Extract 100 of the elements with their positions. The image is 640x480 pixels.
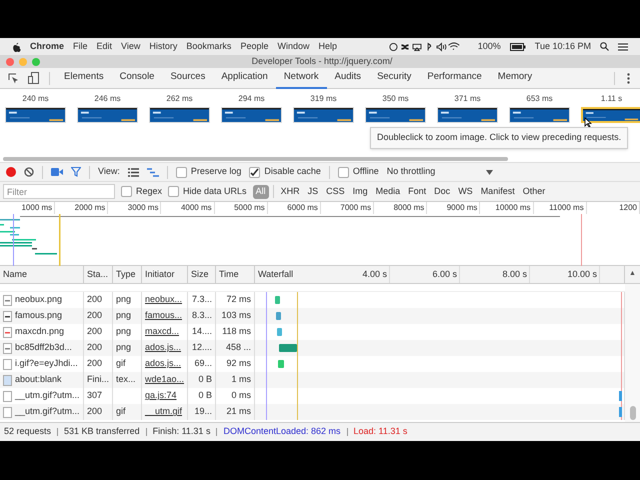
column-header[interactable]: Size xyxy=(188,266,216,283)
panel-tab[interactable]: Sources xyxy=(162,68,214,88)
checkbox[interactable] xyxy=(121,186,132,197)
time-tick: 7000 ms xyxy=(320,202,374,214)
panel-tab[interactable]: Security xyxy=(369,68,420,88)
inspect-icon[interactable] xyxy=(8,72,19,84)
menu-clock[interactable]: Tue 10:16 PM xyxy=(534,40,591,54)
file-name[interactable]: i.gif?e=eyJhdi... xyxy=(15,357,78,371)
table-row[interactable]: i.gif?e=eyJhdi... 200 gif ados.js... 69... 92 ms xyxy=(0,356,625,372)
file-icon xyxy=(3,342,12,354)
checkbox[interactable] xyxy=(338,166,349,178)
type-filter[interactable]: CSS xyxy=(323,184,348,198)
column-header[interactable]: Time xyxy=(216,266,255,283)
more-icon[interactable] xyxy=(627,72,630,84)
filmstrip-frame[interactable] xyxy=(149,107,210,123)
video-camera-icon[interactable] xyxy=(51,168,63,176)
table-row[interactable]: maxcdn.png 200 png maxcd... 14.... 118 ms xyxy=(0,324,625,340)
file-name[interactable]: __utm.gif?utm... xyxy=(15,389,80,403)
file-icon xyxy=(3,390,12,402)
time-tick: 10.00 s xyxy=(530,266,600,283)
filmstrip-frame[interactable] xyxy=(293,107,354,123)
panel-tab[interactable]: Console xyxy=(112,68,162,88)
file-name[interactable]: bc85dff2b3d... xyxy=(15,341,72,355)
table-row[interactable]: famous.png 200 png famous... 8.3... 103 ms xyxy=(0,308,625,324)
panel-tab[interactable]: Performance xyxy=(419,68,490,88)
battery-icon[interactable] xyxy=(510,42,526,50)
time-tick: 3000 ms xyxy=(108,202,162,214)
scrollbar-track[interactable] xyxy=(625,284,640,422)
table-row[interactable]: __utm.gif?utm... 200 gif __utm.gif 19... 21 ms xyxy=(0,404,625,420)
filmstrip-frame[interactable] xyxy=(365,107,426,123)
checkbox[interactable] xyxy=(249,166,260,178)
panel-tab[interactable]: Elements xyxy=(56,68,112,88)
filmstrip-frame[interactable] xyxy=(5,107,66,123)
checkbox-label: Disable cache xyxy=(264,165,321,178)
menu-item[interactable]: People xyxy=(240,40,268,54)
record-button[interactable] xyxy=(6,167,16,177)
checkbox[interactable] xyxy=(168,186,180,197)
menu-item[interactable]: Bookmarks xyxy=(186,40,232,54)
file-name[interactable]: neobux.png xyxy=(15,293,62,307)
file-icon xyxy=(3,358,12,370)
scrollbar-thumb[interactable] xyxy=(3,157,508,161)
filmstrip-frame[interactable] xyxy=(581,107,640,123)
time-tick: 11000 ms xyxy=(534,202,587,214)
scrollbar-thumb[interactable] xyxy=(630,406,636,420)
column-header[interactable]: Type xyxy=(113,266,142,283)
menu-item[interactable]: Edit xyxy=(96,40,112,54)
type-filter[interactable]: Doc xyxy=(431,184,454,198)
filmstrip-frame[interactable] xyxy=(437,107,498,123)
frame-time: 294 ms xyxy=(238,93,265,105)
type-filter[interactable]: Font xyxy=(405,184,430,198)
filmstrip-frame[interactable] xyxy=(77,107,138,123)
search-icon[interactable] xyxy=(600,42,609,51)
clear-icon[interactable] xyxy=(24,167,34,177)
window-title: Developer Tools - http://jquery.com/ xyxy=(250,54,394,68)
checkbox[interactable] xyxy=(176,166,187,178)
panel-tab[interactable]: Application xyxy=(213,68,276,88)
menu-item[interactable]: Help xyxy=(318,40,337,54)
app-menu[interactable]: Chrome xyxy=(30,40,64,54)
table-row[interactable]: bc85dff2b3d... 200 png ados.js... 12.... 458 ... xyxy=(0,340,625,356)
time-tick: 10000 ms xyxy=(480,202,534,214)
waterfall-bar xyxy=(278,360,284,368)
file-name[interactable]: about:blank xyxy=(15,373,62,387)
initiator-link[interactable]: __utm.gif xyxy=(142,404,188,420)
device-icon[interactable] xyxy=(28,72,39,84)
type-filter[interactable]: Manifest xyxy=(478,184,518,198)
type-filter[interactable]: JS xyxy=(304,184,322,198)
frame-time: 1.11 s xyxy=(600,93,622,105)
waterfall-bar xyxy=(619,391,622,401)
time-tick: 1200 xyxy=(586,202,640,214)
filter-icon[interactable] xyxy=(71,167,81,177)
type-filter[interactable]: Img xyxy=(350,184,371,198)
table-row[interactable]: about:blank Fini... tex... wde1ao... 0 B 1 ms xyxy=(0,372,625,388)
filmstrip-frame[interactable] xyxy=(221,107,282,123)
list-icon[interactable] xyxy=(618,42,628,50)
tooltip: Doubleclick to zoom image. Click to view preceding requests. xyxy=(370,127,628,148)
menu-item[interactable]: History xyxy=(149,40,178,54)
throttling-dropdown[interactable]: No throttling xyxy=(386,165,493,179)
file-name[interactable]: famous.png xyxy=(15,309,62,323)
column-header[interactable]: Initiator xyxy=(142,266,188,283)
apple-icon[interactable] xyxy=(12,42,21,52)
table-row[interactable]: __utm.gif?utm... 307 ga.js:74 0 B 0 ms xyxy=(0,388,625,404)
menu-item[interactable]: View xyxy=(121,40,140,54)
menu-item[interactable]: File xyxy=(73,40,88,54)
filter-field[interactable]: Filter xyxy=(3,184,115,199)
panel-tab[interactable]: Audits xyxy=(326,68,370,88)
file-name[interactable]: __utm.gif?utm... xyxy=(15,405,80,419)
type-filter[interactable]: WS xyxy=(455,184,476,198)
table-row[interactable]: neobux.png 200 png neobux... 7.3... 72 ms xyxy=(0,292,625,308)
menu-item[interactable]: Window xyxy=(277,40,310,54)
filmstrip-frame[interactable] xyxy=(509,107,570,123)
list-view-icon[interactable] xyxy=(128,168,139,176)
type-filter[interactable]: XHR xyxy=(278,184,303,198)
column-header[interactable]: Waterfall xyxy=(255,268,320,282)
waterfall-view-icon[interactable] xyxy=(146,168,159,176)
type-filter[interactable]: Other xyxy=(520,184,548,198)
panel-tab[interactable]: Memory xyxy=(490,68,540,88)
column-header[interactable]: Sta... xyxy=(84,266,113,283)
file-name[interactable]: maxcdn.png xyxy=(15,325,64,339)
type-filter[interactable]: Media xyxy=(372,184,404,198)
column-header[interactable]: Name xyxy=(0,266,84,283)
